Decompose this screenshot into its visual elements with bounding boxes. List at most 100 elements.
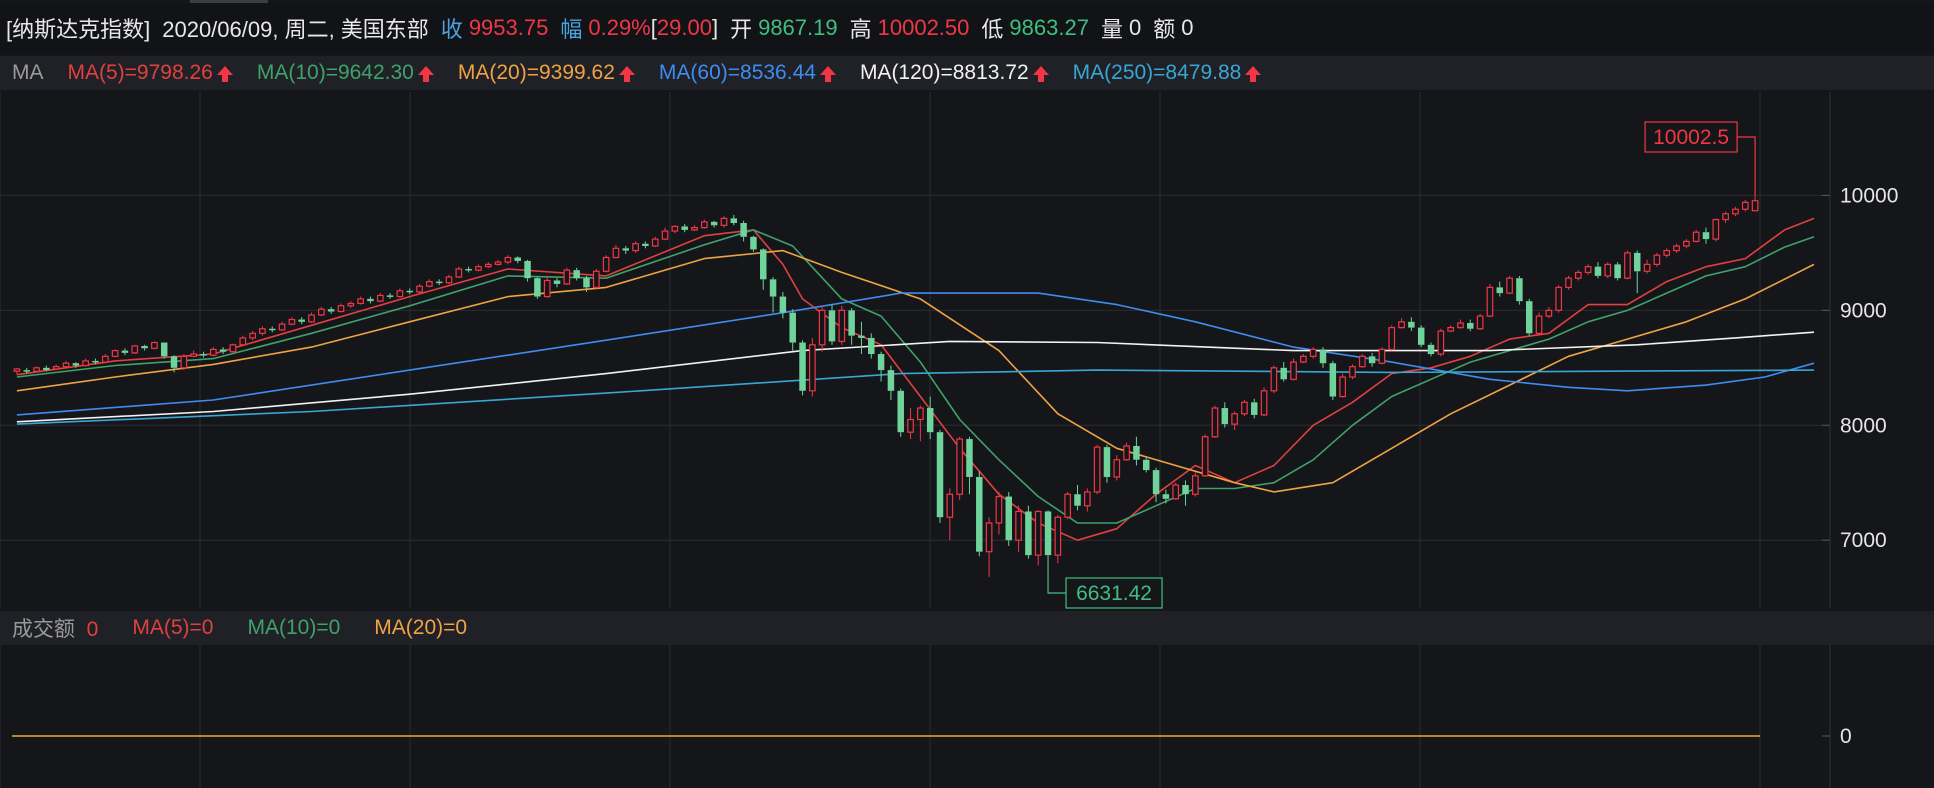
ma10-line — [16, 229, 1815, 524]
candle — [1133, 436, 1140, 466]
ma20-line — [16, 249, 1815, 493]
candle — [956, 436, 963, 500]
candle — [583, 275, 590, 292]
candle — [1290, 358, 1297, 381]
min-price-leader — [1047, 582, 1067, 594]
candle — [1260, 387, 1268, 417]
min-price-label: 6631.42 — [1076, 582, 1152, 605]
ma-legend-title: MA — [12, 61, 44, 84]
candle — [1584, 264, 1592, 275]
candle — [760, 248, 767, 290]
candle — [1741, 200, 1749, 212]
candle — [229, 343, 237, 353]
candle — [1427, 342, 1435, 357]
low-value: 9863.27 — [1009, 15, 1089, 40]
candle — [72, 362, 80, 368]
candle — [327, 306, 335, 314]
candle — [426, 279, 433, 288]
candle — [642, 241, 649, 249]
candle — [1358, 354, 1366, 368]
candle — [141, 344, 148, 351]
close-value: 9953.75 — [468, 15, 549, 40]
candle — [43, 365, 50, 372]
change-pct: 0.29% — [588, 15, 651, 40]
candle — [848, 308, 855, 345]
ma10-legend-text: MA(10)=9642.30 — [256, 61, 414, 84]
candle — [1054, 514, 1062, 564]
candle — [1221, 402, 1229, 428]
candle — [308, 312, 315, 323]
candle — [976, 471, 983, 557]
up-arrow-icon — [1245, 65, 1262, 82]
candle — [406, 288, 413, 295]
candle — [750, 235, 757, 252]
volume-tick-label: 0 — [1840, 725, 1852, 748]
candle — [1211, 405, 1219, 438]
volume-title-value: 0 — [86, 618, 99, 641]
candle — [1113, 455, 1121, 481]
candle — [946, 488, 954, 541]
open-label: 开 — [730, 17, 753, 42]
candle — [1388, 325, 1396, 351]
volume-legend-bar: 成交额 0 MA(5)=0 MA(10)=0 MA(20)=0 — [0, 611, 1934, 645]
candle — [1309, 347, 1317, 359]
candle — [337, 303, 345, 313]
candle — [868, 333, 875, 359]
candle — [239, 335, 247, 346]
candle — [1378, 347, 1386, 365]
candle — [1673, 243, 1680, 253]
candle — [1172, 482, 1180, 500]
ma250-legend-text: MA(250)=8479.88 — [1072, 61, 1242, 84]
ma60-legend-text: MA(60)=8536.44 — [658, 61, 816, 84]
candle — [1535, 312, 1543, 335]
candle — [917, 405, 924, 442]
candle — [435, 279, 443, 286]
candle — [1555, 285, 1563, 313]
max-price-box — [1644, 121, 1738, 153]
candle — [278, 321, 286, 332]
candle — [357, 296, 364, 305]
candle — [1329, 360, 1337, 400]
candle — [622, 245, 630, 255]
candle — [877, 351, 885, 382]
up-arrow-icon — [618, 65, 635, 82]
candle — [700, 219, 708, 229]
candle — [936, 429, 944, 523]
candle — [367, 296, 374, 304]
candle — [190, 350, 198, 358]
candle — [376, 293, 384, 303]
candle — [897, 388, 904, 437]
candle — [504, 255, 512, 265]
candle — [1064, 491, 1072, 520]
candle — [1634, 250, 1641, 294]
low-label: 低 — [981, 17, 1004, 42]
candle — [858, 321, 865, 355]
candle — [1732, 206, 1739, 217]
high-label: 高 — [849, 17, 872, 42]
candle — [1123, 442, 1130, 461]
candle — [160, 342, 168, 359]
candle — [1643, 259, 1651, 274]
candle — [1702, 227, 1710, 244]
candle — [33, 366, 40, 373]
candle — [514, 256, 521, 264]
price-chart[interactable]: 10000 9000 8000 7000 10002.5 6631.42 0 — [0, 0, 1934, 788]
candle — [553, 278, 561, 288]
volume-title-text: 成交额 — [12, 618, 75, 641]
candle — [828, 304, 836, 345]
candle — [445, 274, 453, 284]
candle — [1594, 262, 1602, 279]
candle — [1034, 510, 1042, 566]
candle — [1005, 491, 1012, 546]
candle — [1486, 283, 1494, 318]
candle — [1300, 354, 1307, 364]
change-label: 幅 — [560, 17, 583, 42]
moving-average-layer — [16, 217, 1815, 542]
candle — [1201, 434, 1209, 477]
candle — [1319, 347, 1327, 368]
candle — [691, 225, 698, 232]
y-tick-label: 10000 — [1840, 184, 1898, 207]
candle — [1722, 211, 1729, 224]
candle — [720, 216, 728, 228]
up-arrow-icon — [819, 65, 836, 82]
